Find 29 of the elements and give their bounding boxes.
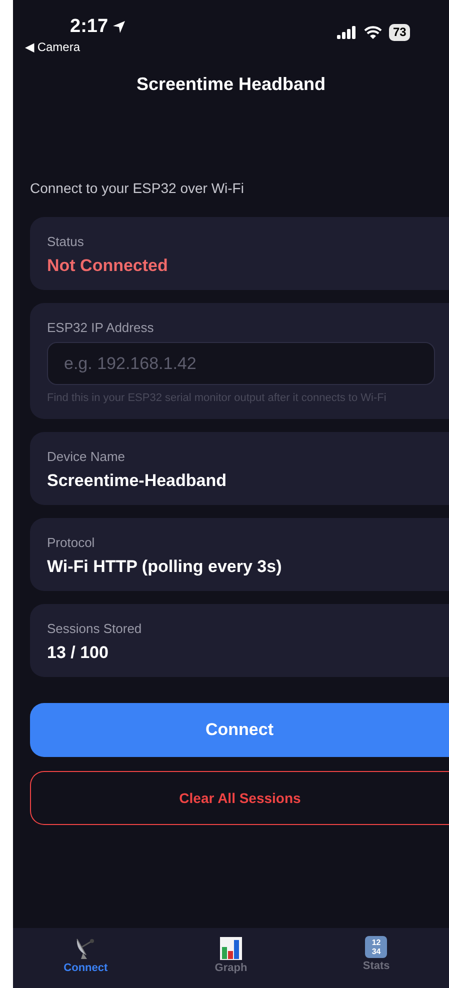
field-value: Wi-Fi HTTP (polling every 3s) — [47, 557, 283, 577]
ip-input-field[interactable]: e.g. 192.168.1.42 — [47, 342, 435, 385]
tab-item[interactable]: Graph — [158, 928, 304, 988]
field-value: Screentime-Headband — [47, 471, 228, 491]
battery-level: 73 — [389, 24, 410, 41]
status-value: Not Connected — [47, 256, 169, 276]
tab-label: Connect — [64, 962, 108, 974]
field-label: Sessions Stored — [47, 621, 143, 636]
screen-title: Screentime Headband — [135, 74, 327, 96]
connect-button[interactable]: Connect — [30, 703, 449, 757]
clock-time: 2:17 — [70, 16, 108, 38]
subtitle: Connect to your ESP32 over Wi-Fi — [30, 180, 245, 198]
location-arrow-icon — [112, 20, 126, 34]
tab-label: Stats — [362, 960, 390, 972]
field-value: 13 / 100 — [47, 643, 110, 663]
bar-chart-icon — [220, 936, 242, 960]
wifi-icon — [364, 26, 382, 39]
field-label: Device Name — [47, 449, 126, 464]
icon-digits: 34 — [372, 947, 381, 956]
field-label: Protocol — [47, 535, 96, 550]
field-label: Status — [47, 234, 85, 249]
signal-icon — [337, 26, 357, 39]
icon-digits: 12 — [372, 938, 381, 947]
back-link[interactable]: ◀ Camera — [25, 40, 80, 54]
tab-label: Graph — [214, 962, 248, 974]
tab-item[interactable]: Connect — [13, 928, 158, 988]
clear-button[interactable]: Clear All Sessions — [30, 771, 449, 825]
field-label: ESP32 IP Address — [47, 320, 155, 335]
tab-item[interactable]: 12 34 Stats — [304, 928, 449, 988]
